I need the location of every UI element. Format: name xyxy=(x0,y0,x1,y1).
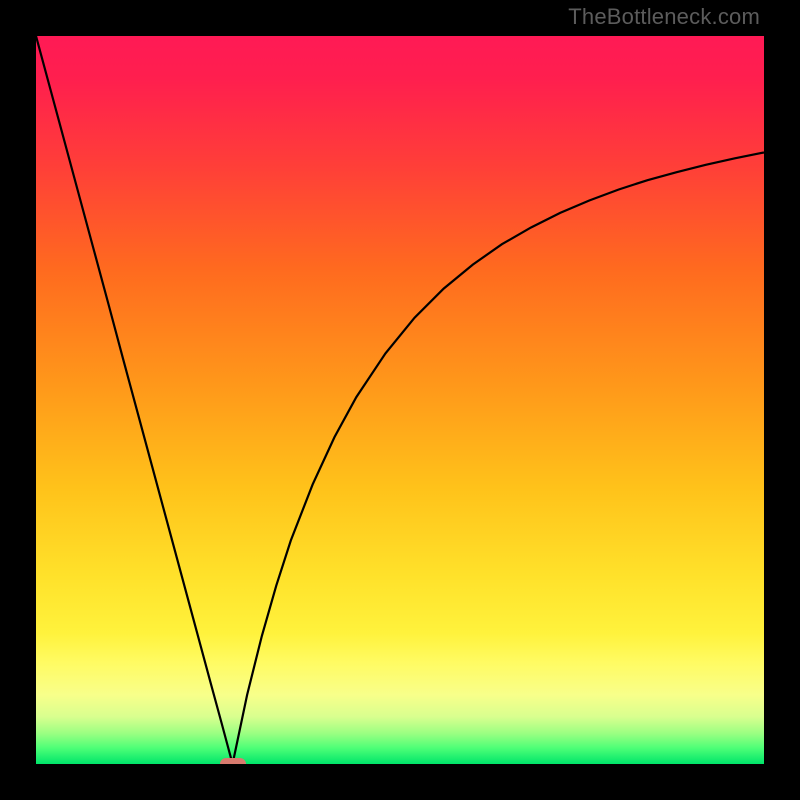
optimum-marker xyxy=(220,758,246,764)
bottleneck-curve xyxy=(36,36,764,764)
watermark-text: TheBottleneck.com xyxy=(568,4,760,30)
chart-frame: TheBottleneck.com xyxy=(0,0,800,800)
plot-area xyxy=(36,36,764,764)
